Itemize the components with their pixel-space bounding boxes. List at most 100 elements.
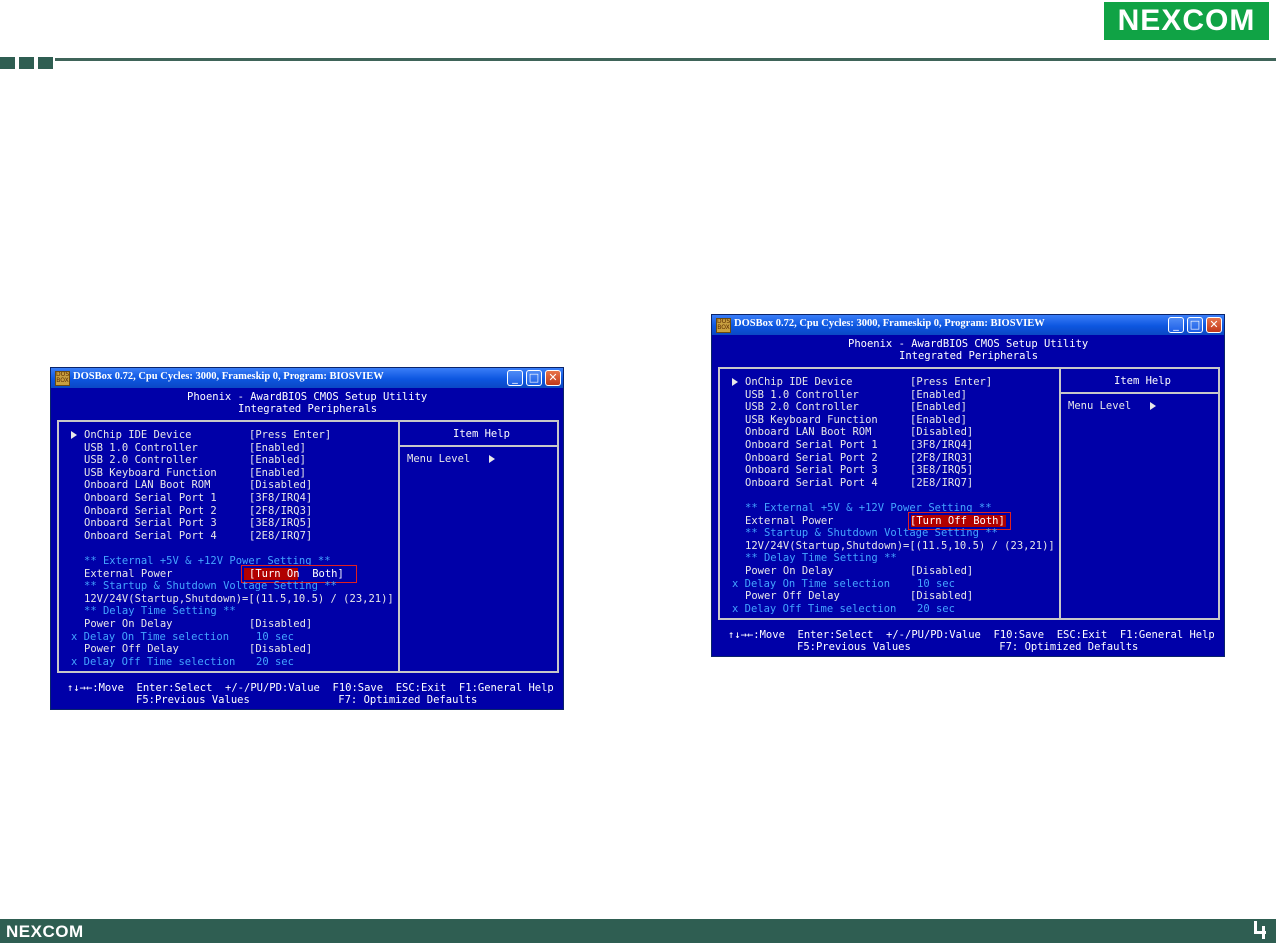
bios-item-label[interactable]: OnChip IDE Device [745,376,852,388]
bios-item-value[interactable]: [2E8/IRQ7] [910,477,973,489]
voltage-header: ** Startup & Shutdown Voltage Setting ** [745,527,998,539]
help-divider [398,445,559,447]
window-titlebar[interactable]: DOS BOX DOSBox 0.72, Cpu Cycles: 3000, Fr… [51,368,563,388]
bios-item-value[interactable]: [2F8/IRQ3] [910,452,973,464]
power-on-delay-label[interactable]: Power On Delay [84,618,173,630]
help-divider [1059,392,1220,394]
delay-off-time-value: 20 sec [917,603,955,615]
bios-title: Phoenix - AwardBIOS CMOS Setup Utility [187,391,428,403]
bios-item-value[interactable]: [2F8/IRQ3] [249,505,312,517]
bios-screen: Phoenix - AwardBIOS CMOS Setup Utility I… [714,336,1222,654]
bios-item-label[interactable]: Onboard Serial Port 2 [84,505,217,517]
bios-help-line-2: F5:Previous Values F7: Optimized Default… [797,641,1139,653]
menu-level-label: Menu Level [1068,400,1157,412]
header-rule [55,58,1276,61]
menu-level-text: Menu Level [407,453,471,465]
dosbox-window-left: DOS BOX DOSBox 0.72, Cpu Cycles: 3000, Fr… [50,367,564,710]
bios-item-label[interactable]: OnChip IDE Device [84,429,191,441]
power-off-delay-value[interactable]: [Disabled] [910,590,973,602]
menu-level-label: Menu Level [407,453,496,465]
menu-level-arrow-icon [489,455,496,463]
bios-item-label[interactable]: USB 1.0 Controller [745,389,859,401]
maximize-button[interactable]: □ [1187,317,1203,333]
bios-item-label[interactable]: Onboard Serial Port 1 [745,439,878,451]
bios-help-line-1: ↑↓→←:Move Enter:Select +/-/PU/PD:Value F… [728,629,1215,641]
item-help-heading: Item Help [1114,375,1171,387]
delay-header: ** Delay Time Setting ** [84,605,236,617]
bios-item-value[interactable]: [Enabled] [249,454,306,466]
bios-item-value[interactable]: [3F8/IRQ4] [910,439,973,451]
bios-help-line-1: ↑↓→←:Move Enter:Select +/-/PU/PD:Value F… [67,682,554,694]
bios-item-value[interactable]: [3E8/IRQ5] [249,517,312,529]
power-on-delay-value[interactable]: [Disabled] [910,565,973,577]
bios-subtitle: Integrated Peripherals [899,350,1039,362]
voltage-setting[interactable]: 12V/24V(Startup,Shutdown)=[(11.5,10.5) /… [745,540,1055,552]
header-blocks [0,57,53,69]
delay-off-time-label: x Delay Off Time selection [71,656,236,668]
voltage-header: ** Startup & Shutdown Voltage Setting ** [84,580,337,592]
bios-item-label[interactable]: USB Keyboard Function [84,467,217,479]
close-button[interactable]: ✕ [1206,317,1222,333]
delay-off-time-value: 20 sec [256,656,294,668]
minimize-button[interactable]: _ [507,370,523,386]
power-on-delay-label[interactable]: Power On Delay [745,565,834,577]
bios-divider [398,420,400,673]
item-help-heading: Item Help [453,428,510,440]
window-title: DOSBox 0.72, Cpu Cycles: 3000, Frameskip… [734,318,1045,329]
footer-logo: NEXCOM [6,922,84,941]
bios-item-label[interactable]: USB 2.0 Controller [84,454,198,466]
ext-power-label[interactable]: External Power [745,515,834,527]
delay-on-time-label: x Delay On Time selection [732,578,891,590]
bios-item-value[interactable]: [2E8/IRQ7] [249,530,312,542]
dosbox-app-icon: DOS BOX [716,318,731,333]
bios-item-label[interactable]: Onboard Serial Port 4 [745,477,878,489]
voltage-setting[interactable]: 12V/24V(Startup,Shutdown)=[(11.5,10.5) /… [84,593,394,605]
menu-level-text: Menu Level [1068,400,1132,412]
ext-power-value[interactable]: [Turn On Both] [249,568,344,580]
bios-item-label[interactable]: USB Keyboard Function [745,414,878,426]
ext-power-value[interactable]: [Turn Off Both] [910,515,1005,527]
bios-item-label[interactable]: Onboard LAN Boot ROM [84,479,210,491]
bios-help-line-2: F5:Previous Values F7: Optimized Default… [136,694,478,706]
ext-power-label[interactable]: External Power [84,568,173,580]
window-title: DOSBox 0.72, Cpu Cycles: 3000, Frameskip… [73,371,384,382]
bios-item-label[interactable]: USB 1.0 Controller [84,442,198,454]
bios-item-value[interactable]: [3F8/IRQ4] [249,492,312,504]
bios-item-value[interactable]: [Disabled] [249,479,312,491]
dosbox-window-right: DOS BOX DOSBox 0.72, Cpu Cycles: 3000, Fr… [711,314,1225,657]
bios-subtitle: Integrated Peripherals [238,403,378,415]
bios-item-value[interactable]: [Disabled] [910,426,973,438]
bios-item-label[interactable]: Onboard Serial Port 3 [745,464,878,476]
bios-item-value[interactable]: [Enabled] [249,467,306,479]
close-button[interactable]: ✕ [545,370,561,386]
bios-item-label[interactable]: Onboard Serial Port 3 [84,517,217,529]
footer-bar: NEXCOM [0,919,1276,943]
bios-item-value[interactable]: [Enabled] [910,401,967,413]
bios-item-label[interactable]: Onboard Serial Port 2 [745,452,878,464]
delay-on-time-value: 10 sec [917,578,955,590]
bios-item-value[interactable]: [3E8/IRQ5] [910,464,973,476]
bios-item-value[interactable]: [Press Enter] [249,429,331,441]
power-off-delay-value[interactable]: [Disabled] [249,643,312,655]
delay-header: ** Delay Time Setting ** [745,552,897,564]
bios-item-label[interactable]: Onboard Serial Port 1 [84,492,217,504]
power-on-delay-value[interactable]: [Disabled] [249,618,312,630]
bios-item-label[interactable]: USB 2.0 Controller [745,401,859,413]
delay-on-time-label: x Delay On Time selection [71,631,230,643]
minimize-button[interactable]: _ [1168,317,1184,333]
bios-screen: Phoenix - AwardBIOS CMOS Setup Utility I… [53,389,561,707]
power-off-delay-label[interactable]: Power Off Delay [84,643,179,655]
bios-item-value[interactable]: [Enabled] [249,442,306,454]
power-off-delay-label[interactable]: Power Off Delay [745,590,840,602]
bios-item-value[interactable]: [Enabled] [910,414,967,426]
maximize-button[interactable]: □ [526,370,542,386]
bios-title: Phoenix - AwardBIOS CMOS Setup Utility [848,338,1089,350]
bios-item-value[interactable]: [Press Enter] [910,376,992,388]
window-titlebar[interactable]: DOS BOX DOSBox 0.72, Cpu Cycles: 3000, Fr… [712,315,1224,335]
bios-divider [1059,367,1061,620]
delay-on-time-value: 10 sec [256,631,294,643]
onchip-ide-pointer-icon [732,376,738,388]
bios-item-label[interactable]: Onboard LAN Boot ROM [745,426,871,438]
bios-item-value[interactable]: [Enabled] [910,389,967,401]
bios-item-label[interactable]: Onboard Serial Port 4 [84,530,217,542]
